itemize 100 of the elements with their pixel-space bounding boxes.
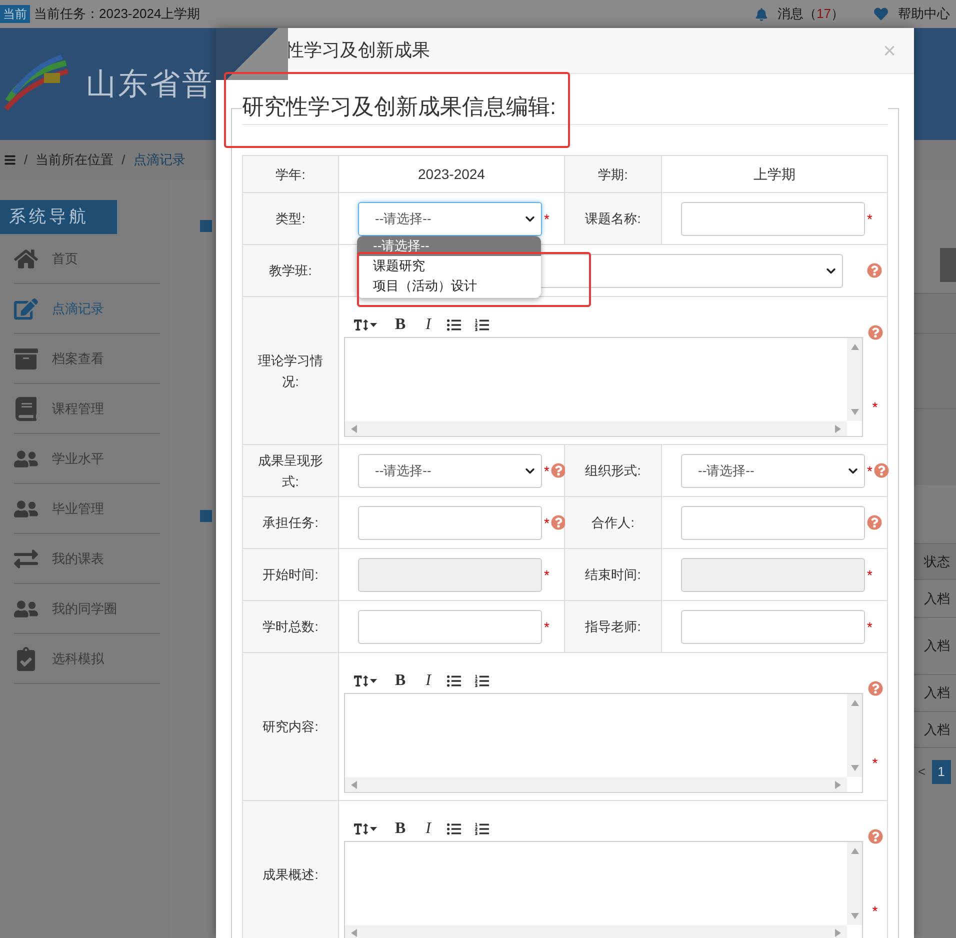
scroll-left-icon[interactable]: [349, 928, 359, 938]
required-mark: *: [867, 212, 872, 226]
bullet-list-icon[interactable]: [447, 674, 461, 688]
bold-button[interactable]: B: [391, 673, 410, 689]
numbered-list-icon[interactable]: [475, 822, 489, 836]
scroll-down-icon[interactable]: [850, 763, 860, 773]
select-field[interactable]: --请选择--: [358, 454, 542, 488]
text-input[interactable]: [681, 506, 865, 540]
help-center-link[interactable]: 帮助中心: [898, 4, 950, 24]
required-mark: *: [867, 568, 872, 582]
help-icon[interactable]: [868, 829, 883, 844]
caret-icon[interactable]: [370, 827, 377, 831]
scroll-right-icon[interactable]: [833, 780, 844, 790]
clipboard-check-icon: [14, 646, 38, 670]
menu-icon[interactable]: [4, 154, 16, 166]
sidebar-item[interactable]: 档案查看: [14, 334, 160, 384]
home-icon: [14, 246, 38, 270]
breadcrumb-separator: /: [24, 151, 28, 170]
text-editor-area[interactable]: [344, 337, 864, 437]
sidebar-item[interactable]: 首页: [14, 234, 160, 284]
bullet-list-icon[interactable]: [447, 318, 461, 332]
scroll-right-icon[interactable]: [833, 424, 844, 434]
select-field[interactable]: --请选择--: [358, 202, 542, 236]
help-icon[interactable]: [868, 325, 883, 340]
field-label: 课题名称:: [585, 210, 641, 228]
required-mark: *: [544, 212, 550, 226]
field-label: 合作人:: [592, 514, 634, 532]
vertical-scrollbar[interactable]: [847, 338, 862, 421]
bell-icon[interactable]: [754, 8, 768, 20]
sidebar-item[interactable]: 我的课表: [14, 534, 160, 584]
messages-link[interactable]: 消息（17）: [778, 4, 844, 24]
italic-button[interactable]: I: [424, 317, 433, 333]
italic-button[interactable]: I: [424, 673, 433, 689]
field-label: 开始时间:: [262, 566, 318, 584]
sidebar-item[interactable]: 学业水平: [14, 434, 160, 484]
table-header-cell: 状态: [914, 543, 956, 580]
numbered-list-icon[interactable]: [475, 318, 489, 332]
numbered-list-icon[interactable]: [475, 674, 489, 688]
sidebar-item[interactable]: 课程管理: [14, 384, 160, 434]
help-icon[interactable]: [868, 681, 883, 696]
current-task: 当前任务：2023-2024上学期: [34, 5, 200, 24]
sidebar-item[interactable]: 毕业管理: [14, 484, 160, 534]
field-value: 上学期: [754, 164, 796, 184]
scroll-left-icon[interactable]: [349, 424, 359, 434]
dropdown-option[interactable]: --请选择--: [357, 236, 541, 256]
scroll-left-icon[interactable]: [349, 780, 359, 790]
help-icon[interactable]: [867, 263, 882, 278]
breadcrumb-link[interactable]: 当前所在位置: [36, 150, 114, 170]
scroll-down-icon[interactable]: [850, 407, 860, 417]
required-mark: *: [544, 464, 550, 478]
scroll-up-icon[interactable]: [850, 846, 860, 856]
bullet-list-icon[interactable]: [447, 822, 461, 836]
scroll-right-icon[interactable]: [833, 928, 844, 938]
field-label: 结束时间:: [585, 566, 641, 584]
field-label: 学年:: [276, 166, 306, 184]
italic-button[interactable]: I: [424, 821, 433, 837]
page-link[interactable]: 1: [932, 760, 951, 784]
heart-icon[interactable]: [874, 7, 888, 21]
text-input[interactable]: [681, 610, 865, 644]
banner-title: 山东省普: [86, 66, 214, 102]
scroll-down-icon[interactable]: [850, 911, 860, 921]
section-marker: [200, 510, 212, 522]
previous-page-link[interactable]: <: [918, 762, 926, 782]
help-icon[interactable]: [867, 515, 882, 530]
vertical-scrollbar[interactable]: [847, 694, 862, 777]
text-height-icon[interactable]: [354, 318, 368, 332]
breadcrumb-link[interactable]: 点滴记录: [133, 150, 186, 170]
text-input[interactable]: [358, 506, 542, 540]
help-icon[interactable]: [551, 515, 566, 530]
edit-icon: [14, 296, 38, 320]
required-mark: *: [872, 399, 878, 415]
vertical-scrollbar[interactable]: [847, 842, 862, 925]
text-input[interactable]: [681, 202, 865, 236]
select-field[interactable]: --请选择--: [681, 454, 865, 488]
sidebar-item[interactable]: 选科模拟: [14, 634, 160, 684]
text-height-icon[interactable]: [354, 674, 368, 688]
help-icon[interactable]: [551, 463, 566, 478]
horizontal-scrollbar[interactable]: [345, 421, 848, 436]
caret-icon[interactable]: [370, 679, 377, 683]
field-label: 承担任务:: [262, 514, 318, 532]
scroll-up-icon[interactable]: [850, 342, 860, 352]
caret-icon[interactable]: [370, 323, 377, 327]
scroll-up-icon[interactable]: [850, 698, 860, 708]
text-input[interactable]: [358, 610, 542, 644]
bold-button[interactable]: B: [391, 821, 410, 837]
bold-button[interactable]: B: [391, 317, 410, 333]
text-editor-area[interactable]: [344, 693, 864, 793]
help-icon[interactable]: [874, 463, 890, 478]
text-height-icon[interactable]: [354, 822, 368, 836]
text-editor-area[interactable]: [344, 841, 864, 938]
sidebar-item[interactable]: 我的同学圈: [14, 584, 160, 634]
field-label: 成果呈现形式:: [257, 452, 324, 490]
horizontal-scrollbar[interactable]: [345, 777, 848, 792]
field-label: 学期:: [598, 166, 628, 184]
required-mark: *: [872, 903, 878, 919]
required-mark: *: [872, 755, 878, 771]
required-mark: *: [544, 620, 550, 634]
horizontal-scrollbar[interactable]: [345, 925, 848, 938]
breadcrumb-separator: /: [122, 151, 126, 170]
section-title: 研究性学习及创新成果信息编辑:: [242, 92, 888, 125]
